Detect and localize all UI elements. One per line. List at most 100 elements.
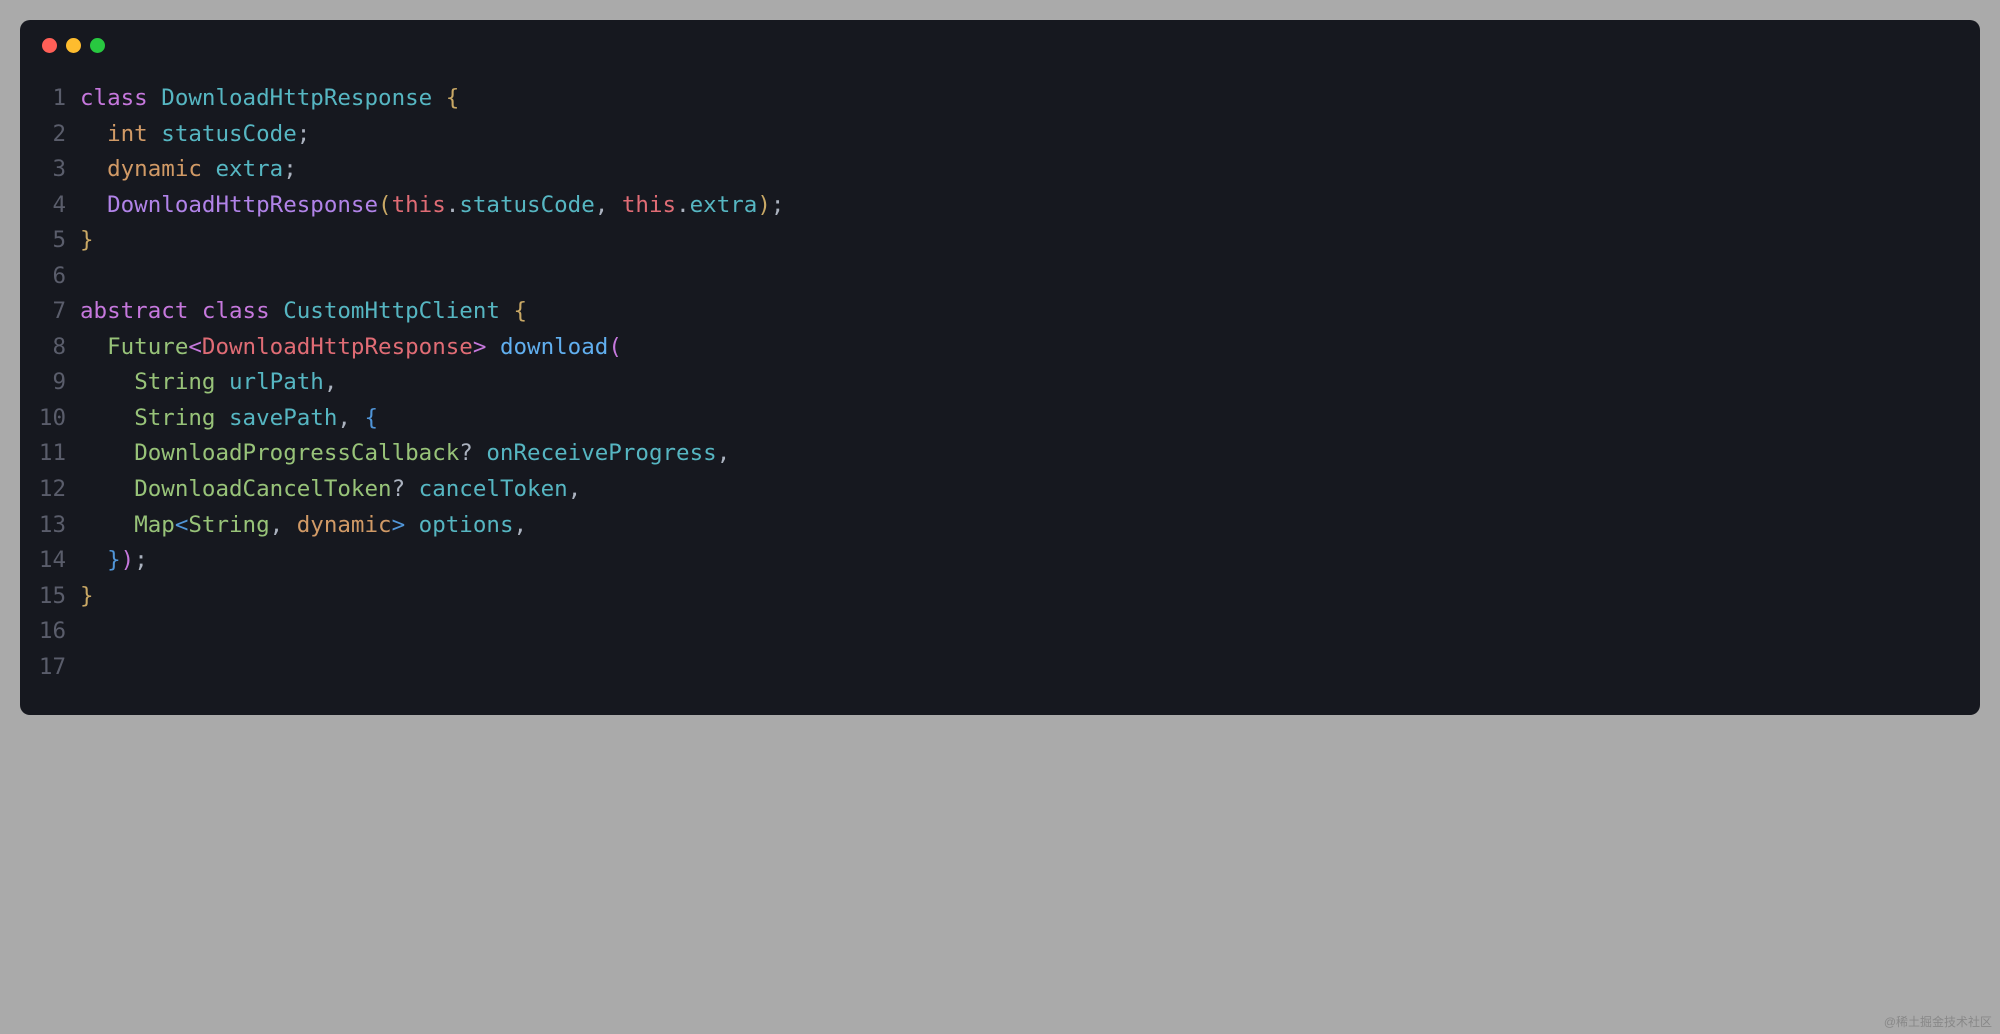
code-line[interactable]: 12 DownloadCancelToken? cancelToken, [20, 472, 1980, 508]
code-token: ? [459, 440, 486, 466]
line-content[interactable]: dynamic extra; [80, 152, 1980, 188]
code-token: extra [215, 156, 283, 182]
maximize-button[interactable] [90, 38, 105, 53]
line-content[interactable]: int statusCode; [80, 117, 1980, 153]
code-line[interactable]: 6 [20, 259, 1980, 295]
line-content[interactable]: DownloadHttpResponse(this.statusCode, th… [80, 188, 1980, 224]
code-token: class [202, 298, 283, 324]
line-number: 13 [20, 508, 80, 544]
line-number: 1 [20, 81, 80, 117]
code-line[interactable]: 17 [20, 650, 1980, 686]
code-token: DownloadCancelToken [134, 476, 391, 502]
code-token [500, 298, 514, 324]
code-token: ; [283, 156, 297, 182]
code-line[interactable]: 14 }); [20, 543, 1980, 579]
code-token: < [188, 334, 202, 360]
code-token: . [446, 192, 460, 218]
code-token: dynamic [107, 156, 202, 182]
code-line[interactable]: 1class DownloadHttpResponse { [20, 81, 1980, 117]
code-token [432, 85, 446, 111]
code-token: onReceiveProgress [486, 440, 716, 466]
line-content[interactable] [80, 650, 1980, 686]
line-content[interactable]: abstract class CustomHttpClient { [80, 294, 1980, 330]
code-token [405, 512, 419, 538]
code-token: , [717, 440, 731, 466]
code-line[interactable]: 8 Future<DownloadHttpResponse> download( [20, 330, 1980, 366]
code-line[interactable]: 9 String urlPath, [20, 365, 1980, 401]
code-token: , [324, 369, 338, 395]
code-token: DownloadHttpResponse [107, 192, 378, 218]
line-content[interactable] [80, 614, 1980, 650]
minimize-button[interactable] [66, 38, 81, 53]
code-token: , [595, 192, 622, 218]
line-number: 8 [20, 330, 80, 366]
code-token: this [392, 192, 446, 218]
code-token: savePath [229, 405, 337, 431]
footer-credit: @稀土掘金技术社区 [1884, 1013, 1992, 1030]
code-line[interactable]: 13 Map<String, dynamic> options, [20, 508, 1980, 544]
code-line[interactable]: 5} [20, 223, 1980, 259]
code-token: String [188, 512, 269, 538]
code-line[interactable]: 10 String savePath, { [20, 401, 1980, 437]
code-line[interactable]: 16 [20, 614, 1980, 650]
line-number: 17 [20, 650, 80, 686]
code-editor[interactable]: 1class DownloadHttpResponse {2 int statu… [20, 61, 1980, 715]
line-number: 15 [20, 579, 80, 615]
code-token: DownloadHttpResponse [202, 334, 473, 360]
code-token: this [622, 192, 676, 218]
line-content[interactable] [80, 259, 1980, 295]
code-token: ) [121, 547, 135, 573]
code-token: statusCode [161, 121, 296, 147]
line-number: 4 [20, 188, 80, 224]
line-content[interactable]: String savePath, { [80, 401, 1980, 437]
code-line[interactable]: 3 dynamic extra; [20, 152, 1980, 188]
line-number: 9 [20, 365, 80, 401]
code-line[interactable]: 11 DownloadProgressCallback? onReceivePr… [20, 436, 1980, 472]
code-line[interactable]: 15} [20, 579, 1980, 615]
code-token: , [514, 512, 528, 538]
line-content[interactable]: Map<String, dynamic> options, [80, 508, 1980, 544]
line-number: 16 [20, 614, 80, 650]
code-token: , [568, 476, 582, 502]
code-token: options [419, 512, 514, 538]
code-token: { [446, 85, 460, 111]
line-content[interactable]: } [80, 223, 1980, 259]
code-line[interactable]: 2 int statusCode; [20, 117, 1980, 153]
code-token: ; [134, 547, 148, 573]
code-token: statusCode [459, 192, 594, 218]
line-number: 5 [20, 223, 80, 259]
line-content[interactable]: }); [80, 543, 1980, 579]
code-line[interactable]: 4 DownloadHttpResponse(this.statusCode, … [20, 188, 1980, 224]
code-token: cancelToken [419, 476, 568, 502]
line-content[interactable]: } [80, 579, 1980, 615]
code-token [215, 405, 229, 431]
code-token [148, 121, 162, 147]
code-token: ? [392, 476, 419, 502]
code-token: CustomHttpClient [283, 298, 500, 324]
code-token: { [514, 298, 528, 324]
code-line[interactable]: 7abstract class CustomHttpClient { [20, 294, 1980, 330]
line-content[interactable]: class DownloadHttpResponse { [80, 81, 1980, 117]
line-content[interactable]: Future<DownloadHttpResponse> download( [80, 330, 1980, 366]
line-number: 7 [20, 294, 80, 330]
code-token: extra [690, 192, 758, 218]
code-token: > [473, 334, 487, 360]
code-token: , [270, 512, 297, 538]
code-window: 1class DownloadHttpResponse {2 int statu… [20, 20, 1980, 715]
code-token: String [134, 369, 215, 395]
code-token: { [364, 405, 378, 431]
code-token: ( [608, 334, 622, 360]
close-button[interactable] [42, 38, 57, 53]
line-content[interactable]: DownloadProgressCallback? onReceiveProgr… [80, 436, 1980, 472]
line-number: 12 [20, 472, 80, 508]
code-token: Future [107, 334, 188, 360]
line-number: 11 [20, 436, 80, 472]
code-token: ) [757, 192, 771, 218]
line-content[interactable]: DownloadCancelToken? cancelToken, [80, 472, 1980, 508]
line-content[interactable]: String urlPath, [80, 365, 1980, 401]
code-token: . [676, 192, 690, 218]
code-token: Map [134, 512, 175, 538]
code-token: , [337, 405, 364, 431]
code-token: ; [297, 121, 311, 147]
line-number: 14 [20, 543, 80, 579]
